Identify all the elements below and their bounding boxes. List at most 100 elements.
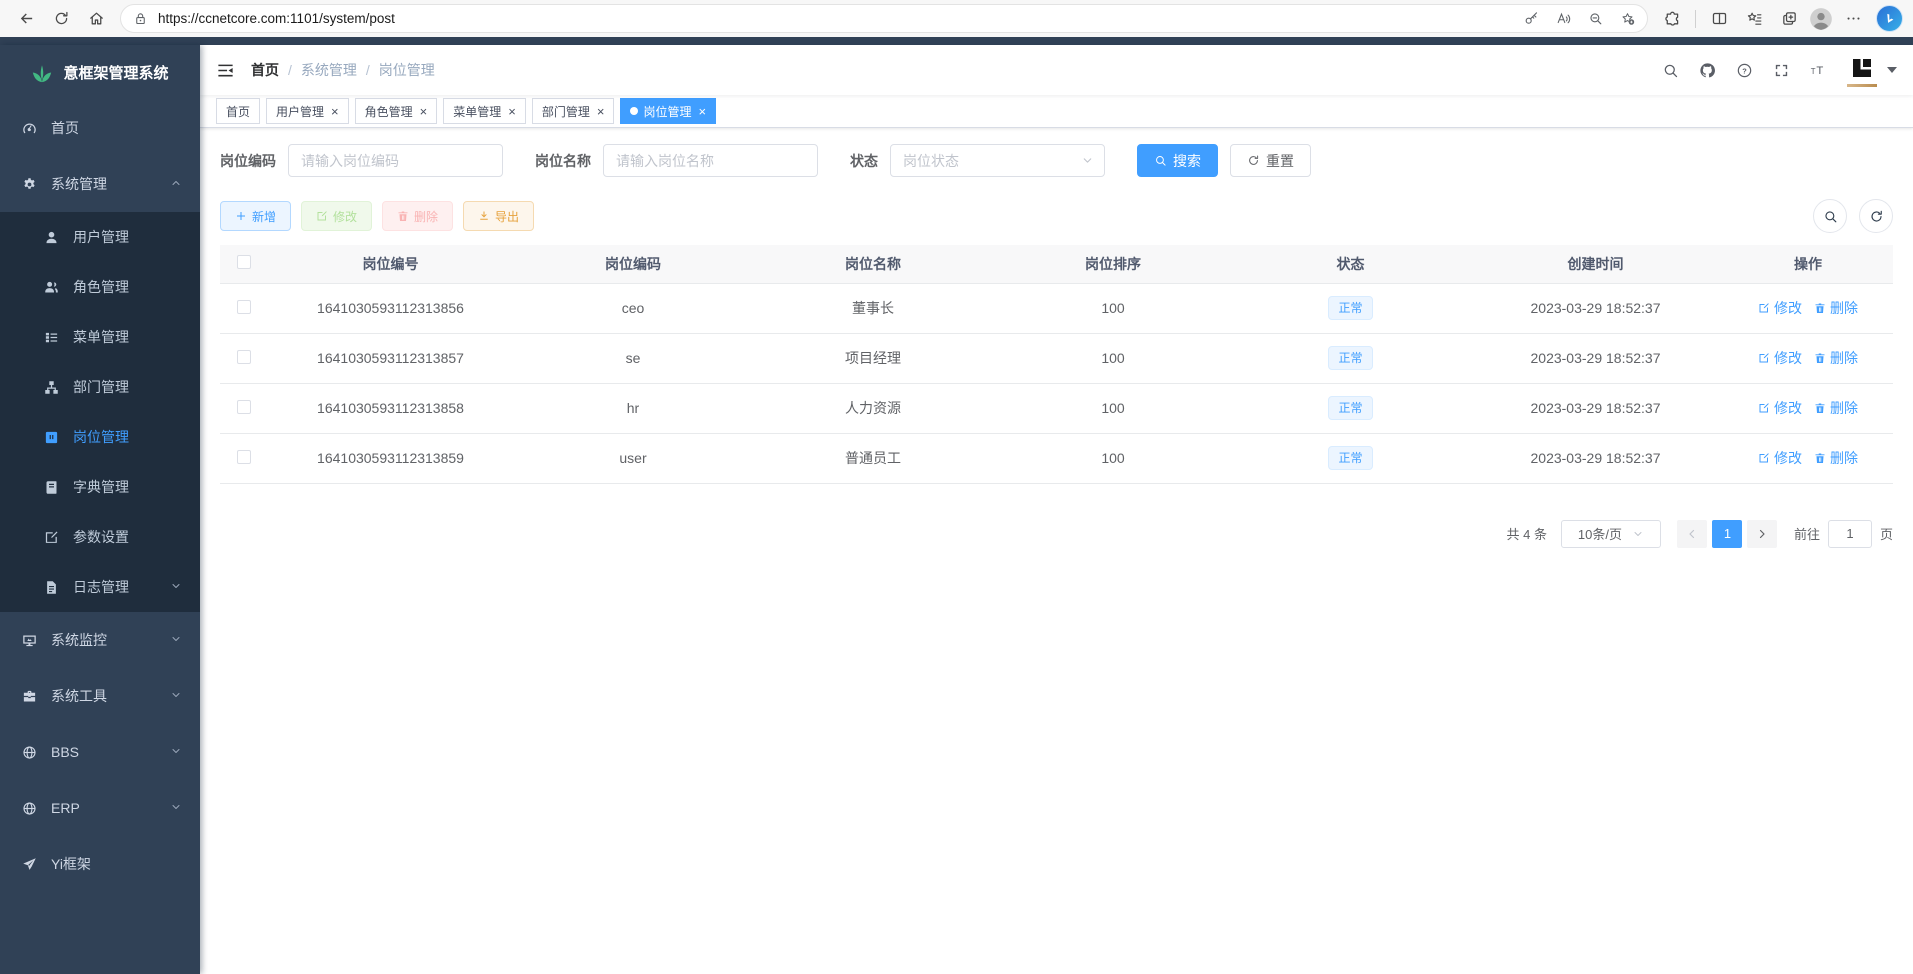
status-select-placeholder: 岗位状态 (903, 151, 959, 171)
sidebar-item-系统管理[interactable]: 系统管理 (0, 156, 200, 212)
badge-icon (44, 430, 59, 445)
reset-button[interactable]: 重置 (1230, 144, 1311, 177)
github-button[interactable] (1699, 62, 1716, 79)
tab-首页[interactable]: 首页 (216, 98, 260, 124)
sidebar-item-日志管理[interactable]: 日志管理 (0, 562, 200, 612)
key-button[interactable] (1517, 4, 1545, 34)
sidebar-item-首页[interactable]: 首页 (0, 100, 200, 156)
refresh-button[interactable] (45, 4, 77, 34)
tab-close-icon[interactable]: × (597, 105, 605, 118)
tab-close-icon[interactable]: × (508, 105, 516, 118)
tab-close-icon[interactable]: × (420, 105, 428, 118)
status-select[interactable]: 岗位状态 (890, 144, 1105, 177)
sidebar-item-参数设置[interactable]: 参数设置 (0, 512, 200, 562)
search-button[interactable] (1662, 62, 1679, 79)
export-button[interactable]: 导出 (463, 201, 534, 231)
extensions-puzzle-icon (1664, 10, 1681, 27)
main-area: 首页/系统管理/岗位管理 ?TT 首页用户管理×角色管理×菜单管理×部门管理×岗… (200, 45, 1913, 974)
home-button[interactable] (80, 4, 112, 34)
select-all-checkbox[interactable] (237, 255, 251, 269)
sidebar-item-ERP[interactable]: ERP (0, 780, 200, 836)
font-size-button[interactable]: TT (1810, 62, 1827, 79)
tab-角色管理[interactable]: 角色管理× (355, 98, 438, 124)
help-icon: ? (1736, 62, 1753, 79)
sidebar-item-label: 日志管理 (73, 577, 129, 597)
tab-close-icon[interactable]: × (331, 105, 339, 118)
collections-button[interactable] (1738, 4, 1770, 34)
refresh-toggle-button[interactable] (1859, 199, 1893, 233)
back-arrow-button[interactable] (10, 4, 42, 34)
menu-fold-icon[interactable] (216, 61, 235, 80)
row-select-cell (220, 383, 268, 433)
book-icon (44, 480, 59, 495)
tab-部门管理[interactable]: 部门管理× (532, 98, 615, 124)
sidebar-item-Yi框架[interactable]: Yi框架 (0, 836, 200, 892)
search-button-label: 搜索 (1173, 151, 1201, 171)
profile-avatar-button[interactable] (1808, 6, 1834, 32)
row-delete-link[interactable]: 删除 (1814, 298, 1858, 318)
extensions-puzzle-button[interactable] (1656, 4, 1688, 34)
sidebar-item-角色管理[interactable]: 角色管理 (0, 262, 200, 312)
tab-岗位管理[interactable]: 岗位管理× (620, 98, 716, 124)
post-name-input[interactable] (603, 144, 818, 177)
cell-actions: 修改 删除 (1723, 433, 1893, 483)
svg-text:?: ? (1742, 66, 1747, 75)
row-edit-link[interactable]: 修改 (1758, 448, 1802, 468)
sidebar-item-用户管理[interactable]: 用户管理 (0, 212, 200, 262)
search-icon (1662, 62, 1679, 79)
search-button[interactable]: 搜索 (1137, 144, 1218, 177)
sidebar-item-菜单管理[interactable]: 菜单管理 (0, 312, 200, 362)
read-aloud-button[interactable] (1549, 4, 1577, 34)
row-delete-label: 删除 (1830, 448, 1858, 468)
row-delete-link[interactable]: 删除 (1814, 348, 1858, 368)
more-dots-button[interactable] (1837, 4, 1869, 34)
breadcrumb-item[interactable]: 首页 (251, 60, 279, 80)
post-code-input[interactable] (288, 144, 503, 177)
tab-菜单管理[interactable]: 菜单管理× (443, 98, 526, 124)
app-title: 意框架管理系统 (63, 62, 168, 83)
page-size-select[interactable]: 10条/页 (1561, 520, 1661, 548)
tab-用户管理[interactable]: 用户管理× (266, 98, 349, 124)
edit-button-label: 修改 (333, 208, 357, 225)
user-avatar-menu[interactable] (1847, 53, 1897, 87)
trash-icon (1814, 402, 1826, 414)
page-1-button[interactable]: 1 (1712, 520, 1742, 548)
row-checkbox[interactable] (237, 400, 251, 414)
app-logo[interactable]: 意框架管理系统 (0, 45, 200, 100)
prev-page-button[interactable] (1677, 520, 1707, 548)
sidebar-item-系统工具[interactable]: 系统工具 (0, 668, 200, 724)
sidebar-item-label: 系统管理 (51, 174, 107, 194)
url-text[interactable]: https://ccnetcore.com:1101/system/post (158, 11, 1517, 26)
tab-actions-button[interactable] (1773, 4, 1805, 34)
sidebar-item-BBS[interactable]: BBS (0, 724, 200, 780)
goto-page-input[interactable] (1828, 520, 1872, 548)
row-delete-link[interactable]: 删除 (1814, 448, 1858, 468)
plus-icon (235, 210, 247, 222)
row-checkbox[interactable] (237, 350, 251, 364)
row-checkbox[interactable] (237, 450, 251, 464)
sidebar-item-系统监控[interactable]: 系统监控 (0, 612, 200, 668)
table-row: 1641030593112313857se项目经理100正常2023-03-29… (220, 333, 1893, 383)
split-screen-button[interactable] (1703, 4, 1735, 34)
sidebar-item-label: 部门管理 (73, 377, 129, 397)
next-page-button[interactable] (1747, 520, 1777, 548)
address-bar[interactable]: https://ccnetcore.com:1101/system/post (120, 4, 1648, 33)
sidebar-item-字典管理[interactable]: 字典管理 (0, 462, 200, 512)
favorite-star-add-button[interactable] (1613, 4, 1641, 34)
row-edit-link[interactable]: 修改 (1758, 348, 1802, 368)
zoom-out-button[interactable] (1581, 4, 1609, 34)
fullscreen-button[interactable] (1773, 62, 1790, 79)
bing-button[interactable] (1876, 5, 1903, 32)
row-edit-label: 修改 (1774, 298, 1802, 318)
row-checkbox[interactable] (237, 300, 251, 314)
sidebar-item-label: ERP (51, 800, 80, 816)
add-button[interactable]: 新增 (220, 201, 291, 231)
row-edit-link[interactable]: 修改 (1758, 398, 1802, 418)
row-delete-link[interactable]: 删除 (1814, 398, 1858, 418)
row-edit-link[interactable]: 修改 (1758, 298, 1802, 318)
help-button[interactable]: ? (1736, 62, 1753, 79)
sidebar-item-岗位管理[interactable]: 岗位管理 (0, 412, 200, 462)
search-toggle-button[interactable] (1813, 199, 1847, 233)
sidebar-item-部门管理[interactable]: 部门管理 (0, 362, 200, 412)
tab-close-icon[interactable]: × (698, 105, 706, 118)
